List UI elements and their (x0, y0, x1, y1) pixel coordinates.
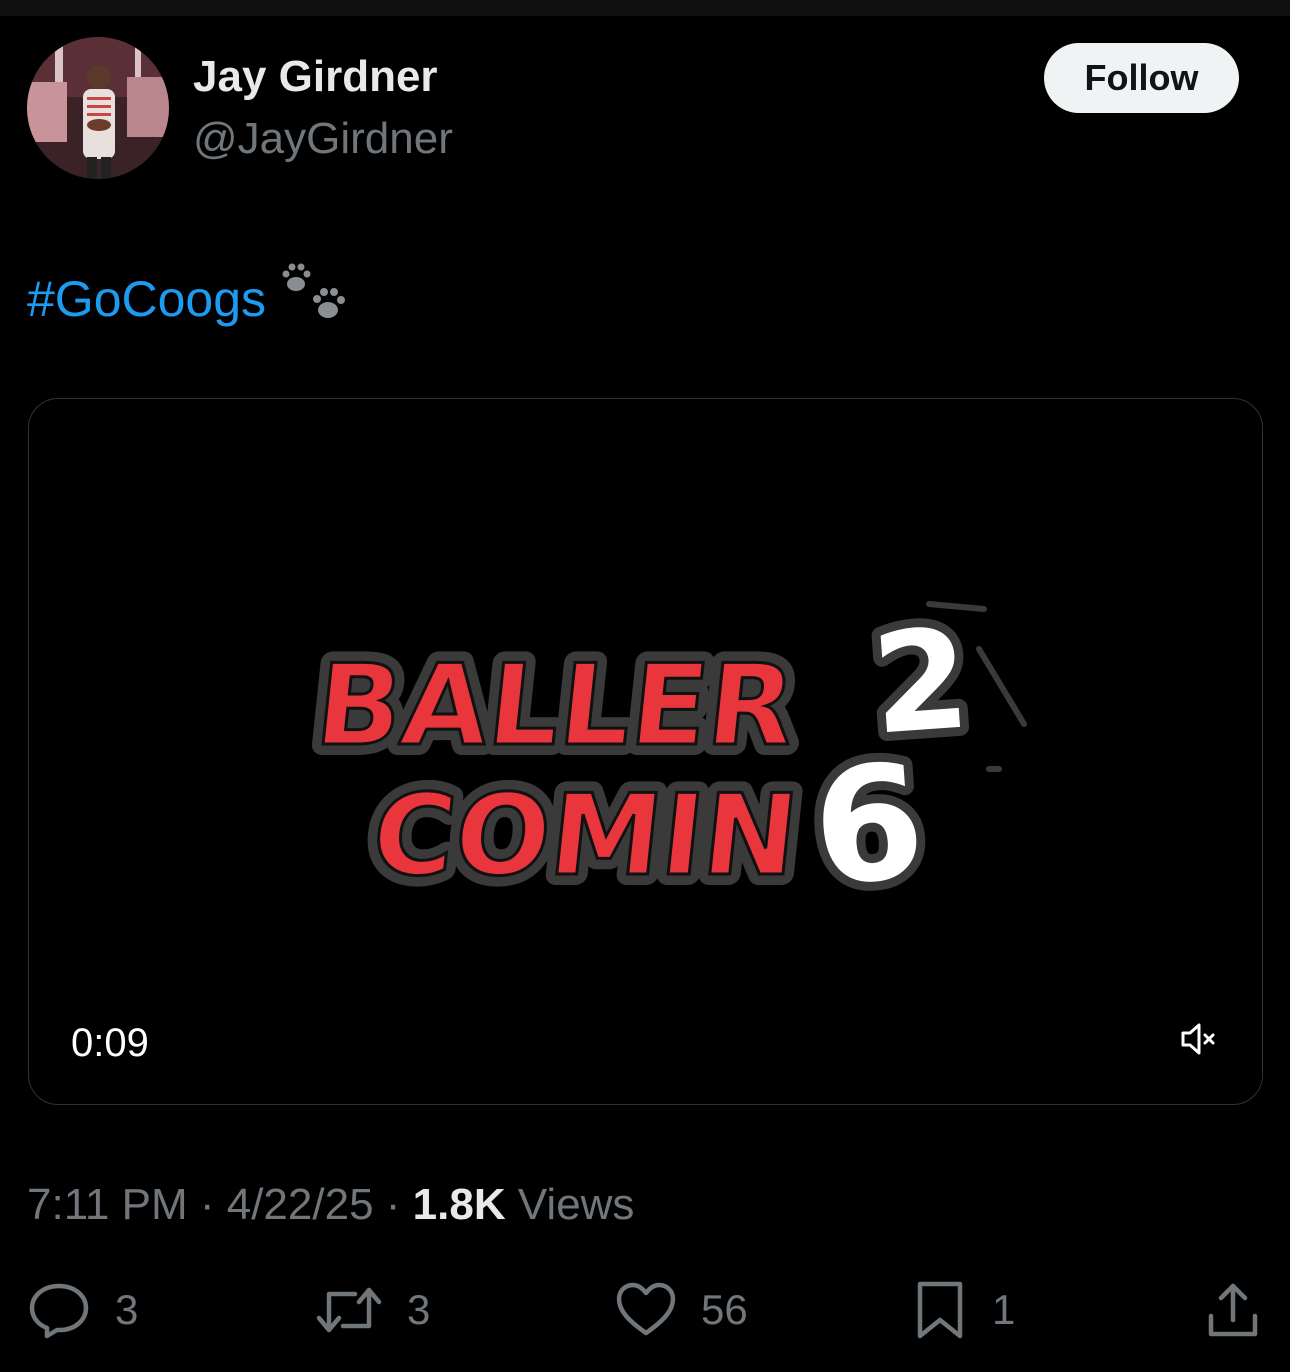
meta-separator: · (199, 1180, 215, 1229)
video-player[interactable]: BALLER BALLER 2 2 COMIN COMIN 6 6 0:09 (28, 398, 1263, 1105)
tweet-date[interactable]: 4/22/25 (227, 1180, 374, 1229)
avatar-photo (27, 37, 169, 179)
baller-comin-logo: BALLER BALLER 2 2 COMIN COMIN 6 6 (299, 589, 1027, 930)
meta-separator: · (385, 1180, 401, 1229)
paw-prints-icon (280, 262, 348, 336)
share-icon (1208, 1283, 1258, 1337)
svg-text:6: 6 (807, 730, 930, 921)
repost-count: 3 (407, 1286, 431, 1333)
views-count: 1.8K (412, 1180, 506, 1229)
svg-text:BALLER: BALLER (310, 641, 801, 771)
author-name[interactable]: Jay Girdner (193, 52, 438, 102)
follow-button[interactable]: Follow (1044, 43, 1239, 113)
repost-icon (316, 1287, 382, 1333)
video-duration: 0:09 (71, 1021, 149, 1065)
author-handle[interactable]: @JayGirdner (193, 114, 453, 164)
bookmark-icon (917, 1281, 963, 1339)
tweet-time[interactable]: 7:11 PM (27, 1180, 188, 1229)
reply-count: 3 (115, 1286, 139, 1333)
repost-button[interactable]: 3 (315, 1280, 430, 1340)
bookmark-count: 1 (992, 1286, 1016, 1333)
share-button[interactable] (1203, 1280, 1263, 1340)
like-button[interactable]: 56 (615, 1280, 748, 1340)
tweet-meta: 7:11 PM · 4/22/25 · 1.8K Views (27, 1180, 634, 1230)
reply-icon (29, 1283, 89, 1339)
top-bar (0, 0, 1290, 16)
reply-button[interactable]: 3 (27, 1280, 138, 1340)
like-count: 56 (701, 1286, 748, 1333)
bookmark-button[interactable]: 1 (912, 1280, 1015, 1340)
svg-text:COMIN: COMIN (366, 771, 804, 901)
tweet-text: #GoCoogs (27, 262, 348, 336)
heart-icon (616, 1282, 676, 1336)
volume-muted-icon[interactable] (1179, 1019, 1219, 1064)
views-label: Views (517, 1180, 635, 1229)
avatar[interactable] (27, 37, 169, 179)
hashtag-link[interactable]: #GoCoogs (27, 270, 266, 328)
